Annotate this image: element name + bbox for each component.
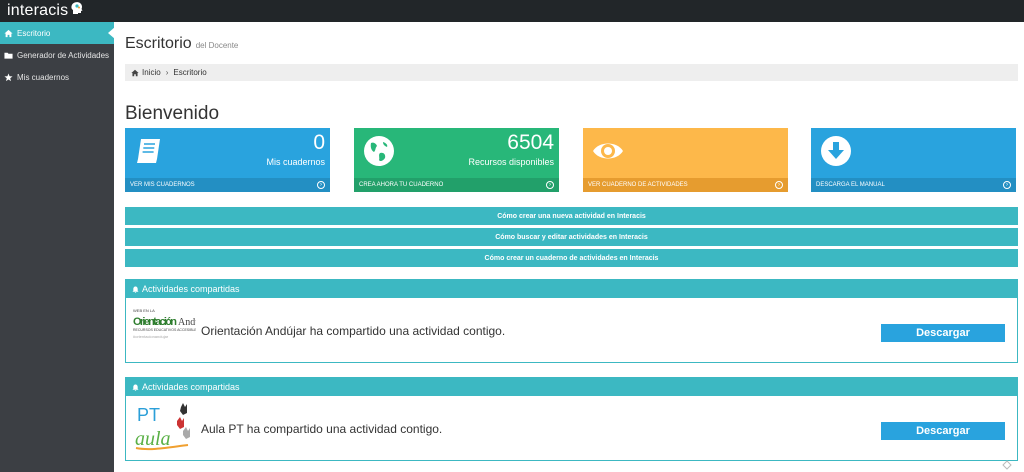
svg-text:PT: PT: [137, 405, 160, 425]
sidebar-item-mis-cuadernos[interactable]: Mis cuadernos: [0, 66, 114, 88]
card-footer-link[interactable]: CREA AHORA TU CUADERNO ›: [354, 178, 559, 192]
bell-icon: [132, 383, 139, 391]
panel-header: Actividades compartidas: [126, 280, 1017, 298]
card-label: Mis cuadernos: [266, 157, 325, 167]
panel-title: Actividades compartidas: [142, 284, 240, 294]
shared-activities-panel: Actividades compartidas WEB EN LA Orient…: [125, 279, 1018, 363]
help-link-buscar-editar[interactable]: Cómo buscar y editar actividades en Inte…: [125, 228, 1018, 246]
sidebar-item-escritorio[interactable]: Escritorio: [0, 22, 115, 44]
card-footer-link[interactable]: VER MIS CUADERNOS ›: [125, 178, 330, 192]
svg-text:Andújar: Andújar: [178, 317, 196, 328]
card-footer-label: CREA AHORA TU CUADERNO: [359, 182, 444, 188]
page-subtitle: del Docente: [195, 41, 239, 50]
bell-icon: [132, 285, 139, 293]
home-icon: [4, 29, 13, 37]
welcome-heading: Bienvenido: [125, 103, 220, 124]
orientacion-andujar-logo: WEB EN LA Orientación Andújar RECURSOS E…: [133, 308, 196, 339]
folder-icon: [4, 52, 13, 59]
sidebar-item-label: Generador de Actividades: [17, 50, 110, 60]
stat-cards: 0 Mis cuadernos VER MIS CUADERNOS › 6504…: [125, 128, 1021, 192]
card-footer-link[interactable]: VER CUADERNO DE ACTIVIDADES ›: [583, 178, 788, 192]
svg-text:aula: aula: [135, 428, 171, 450]
notebook-icon: [137, 139, 160, 163]
card-footer-label: VER MIS CUADERNOS: [130, 182, 195, 188]
svg-text:#orientacionandujar: #orientacionandujar: [133, 334, 169, 339]
download-button[interactable]: Descargar: [881, 324, 1005, 342]
logo-head-icon: [71, 2, 83, 14]
eye-icon: [593, 143, 623, 159]
main-content: Escritorio del Docente Inicio › Escritor…: [114, 22, 1024, 472]
card-value: 6504: [507, 131, 554, 154]
resize-corner-icon[interactable]: [1001, 460, 1013, 470]
arrow-right-icon: ›: [1003, 181, 1011, 189]
sidebar: Escritorio Generador de Actividades Mis …: [0, 22, 115, 472]
svg-text:RECURSOS EDUCATIVOS ACCESIBLES: RECURSOS EDUCATIVOS ACCESIBLES Y GRATUIT…: [133, 328, 196, 332]
sidebar-item-label: Escritorio: [17, 28, 51, 38]
breadcrumb: Inicio › Escritorio: [125, 64, 1018, 81]
breadcrumb-current: Escritorio: [173, 68, 207, 77]
share-message: Orientación Andújar ha compartido una ac…: [201, 324, 506, 338]
card-footer-link[interactable]: DESCARGA EL MANUAL ›: [811, 178, 1016, 192]
download-icon: [821, 136, 851, 166]
card-value: 0: [313, 131, 325, 154]
svg-text:WEB EN LA: WEB EN LA: [133, 308, 155, 313]
breadcrumb-home-link[interactable]: Inicio: [142, 68, 161, 77]
share-message: Aula PT ha compartido una actividad cont…: [201, 422, 443, 436]
app-logo[interactable]: interacis: [0, 2, 84, 20]
star-icon: [4, 72, 13, 81]
globe-icon: [364, 136, 394, 166]
arrow-right-icon: ›: [546, 181, 554, 189]
arrow-right-icon: ›: [775, 181, 783, 189]
card-cuaderno-actividades[interactable]: VER CUADERNO DE ACTIVIDADES ›: [583, 128, 788, 192]
page-title: Escritorio: [125, 35, 192, 52]
breadcrumb-separator: ›: [165, 68, 169, 77]
download-button[interactable]: Descargar: [881, 422, 1005, 440]
shared-activities-panel: Actividades compartidas PT aula Aula PT …: [125, 377, 1018, 461]
aula-pt-logo: PT aula: [135, 403, 190, 451]
arrow-right-icon: ›: [317, 181, 325, 189]
card-footer-label: VER CUADERNO DE ACTIVIDADES: [588, 182, 688, 188]
sidebar-item-label: Mis cuadernos: [17, 72, 70, 82]
logo-text: interacis: [7, 2, 69, 19]
card-footer-label: DESCARGA EL MANUAL: [816, 182, 885, 188]
svg-text:Orientación: Orientación: [133, 316, 177, 328]
card-mis-cuadernos[interactable]: 0 Mis cuadernos VER MIS CUADERNOS ›: [125, 128, 330, 192]
page-header: Escritorio del Docente: [125, 35, 238, 53]
help-link-crear-cuaderno[interactable]: Cómo crear un cuaderno de actividades en…: [125, 249, 1018, 267]
card-label: Recursos disponibles: [468, 157, 554, 167]
top-bar: interacis: [0, 0, 1024, 22]
card-recursos[interactable]: 6504 Recursos disponibles CREA AHORA TU …: [354, 128, 559, 192]
home-icon: [131, 69, 139, 76]
panel-title: Actividades compartidas: [142, 382, 240, 392]
help-link-crear-actividad[interactable]: Cómo crear una nueva actividad en Intera…: [125, 207, 1018, 225]
sidebar-item-generador[interactable]: Generador de Actividades: [0, 44, 114, 66]
card-descarga-manual[interactable]: DESCARGA EL MANUAL ›: [811, 128, 1016, 192]
panel-header: Actividades compartidas: [126, 378, 1017, 396]
